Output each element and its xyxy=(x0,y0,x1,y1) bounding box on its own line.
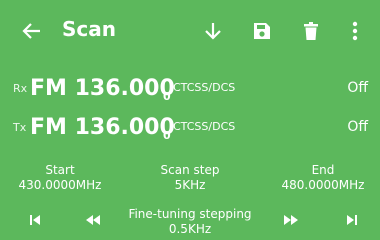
rx-row[interactable]: Rx FM 136.000 0 CTCSS/DCS Off xyxy=(0,74,380,112)
rx-subdigit: 0 xyxy=(163,90,171,103)
tx-row[interactable]: Tx FM 136.000 0 CTCSS/DCS Off xyxy=(0,113,380,151)
start-param[interactable]: Start 430.0000MHz xyxy=(5,163,115,193)
skip-first-button[interactable] xyxy=(24,212,46,228)
arrow-down-icon xyxy=(205,23,221,40)
skip-last-icon xyxy=(347,215,357,225)
more-vertical-icon xyxy=(352,21,358,41)
rx-frequency: FM 136.000 xyxy=(30,76,175,101)
start-label: Start xyxy=(45,163,75,177)
more-button[interactable] xyxy=(346,18,364,44)
tx-frequency: FM 136.000 xyxy=(30,115,175,140)
tx-tone-value[interactable]: Off xyxy=(347,119,368,135)
save-button[interactable] xyxy=(249,18,275,44)
save-icon xyxy=(254,23,270,39)
tx-subdigit: 0 xyxy=(163,129,171,142)
skip-last-button[interactable] xyxy=(341,212,363,228)
fine-tuning-stepping[interactable]: Fine-tuning stepping 0.5KHz xyxy=(105,207,275,237)
rewind-icon xyxy=(86,215,100,225)
scan-screen: Scan Rx FM 136.000 0 CTCSS/DCS Off Tx FM… xyxy=(0,0,380,240)
page-title: Scan xyxy=(62,17,116,41)
scan-step-param[interactable]: Scan step 5KHz xyxy=(135,163,245,193)
tx-label: Tx xyxy=(13,121,27,134)
fine-tuning-label: Fine-tuning stepping xyxy=(128,207,252,221)
rewind-button[interactable] xyxy=(82,212,104,228)
skip-first-icon xyxy=(30,215,40,225)
rx-tone-label: CTCSS/DCS xyxy=(173,81,236,94)
trash-icon xyxy=(304,22,318,40)
download-button[interactable] xyxy=(200,18,226,44)
arrow-left-icon xyxy=(22,23,40,39)
delete-button[interactable] xyxy=(298,18,324,44)
back-button[interactable] xyxy=(19,18,45,44)
rx-label: Rx xyxy=(13,82,28,95)
tx-tone-label: CTCSS/DCS xyxy=(173,120,236,133)
fast-forward-button[interactable] xyxy=(280,212,302,228)
rx-tone-value[interactable]: Off xyxy=(347,80,368,96)
fine-tuning-value: 0.5KHz xyxy=(168,222,212,236)
end-value: 480.0000MHz xyxy=(281,178,365,192)
fast-forward-icon xyxy=(284,215,298,225)
app-bar: Scan xyxy=(0,0,380,64)
scan-step-label: Scan step xyxy=(160,163,220,177)
end-param[interactable]: End 480.0000MHz xyxy=(268,163,378,193)
scan-step-value: 5KHz xyxy=(174,178,206,192)
start-value: 430.0000MHz xyxy=(18,178,102,192)
end-label: End xyxy=(311,163,335,177)
